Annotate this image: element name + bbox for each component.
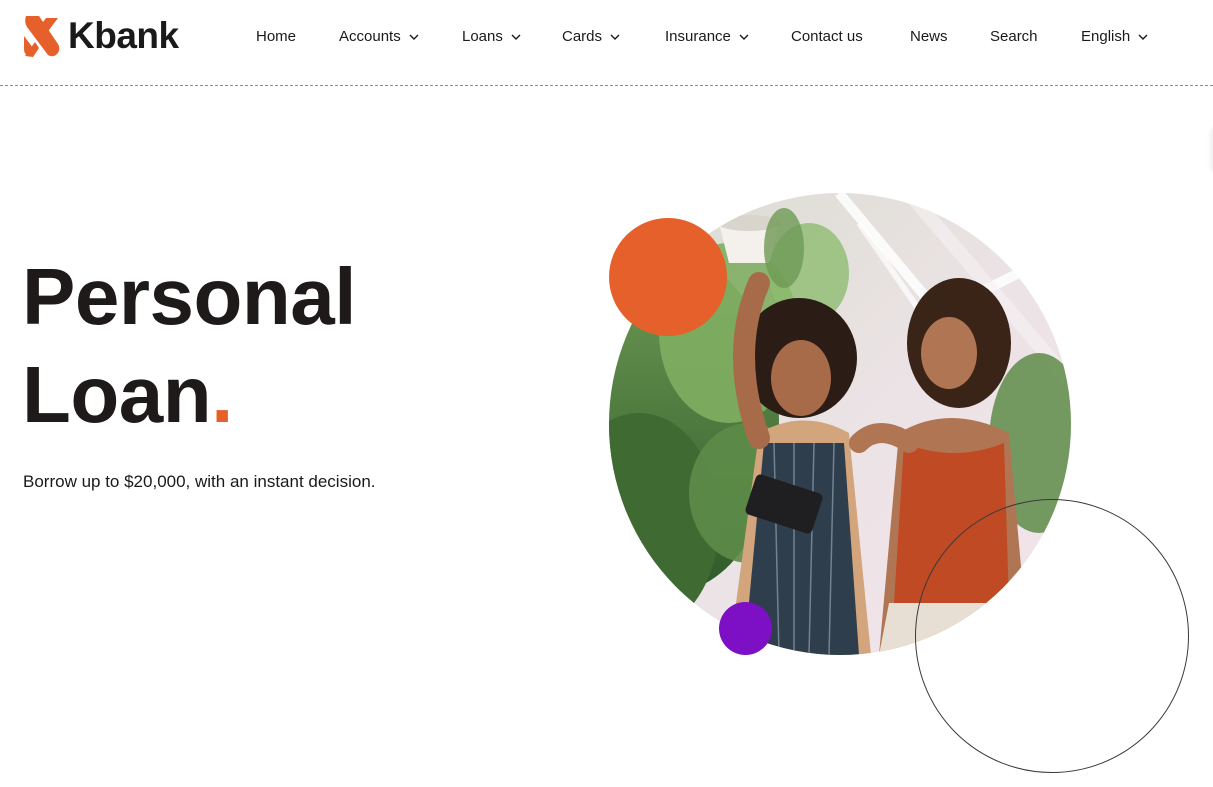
chevron-down-icon xyxy=(1138,33,1148,41)
nav-item-loans[interactable]: Loans xyxy=(462,27,521,47)
nav-item-home[interactable]: Home xyxy=(256,27,296,47)
site-header: Kbank Home Accounts Loans Cards Insuranc… xyxy=(0,0,1213,86)
chevron-down-icon xyxy=(511,33,521,41)
nav-item-label: Home xyxy=(256,28,297,45)
hero-title-word: Loan xyxy=(22,350,212,439)
nav-item-label: Cards xyxy=(562,28,603,45)
decorative-orange-circle xyxy=(609,218,727,336)
chevron-down-icon xyxy=(409,33,419,41)
nav-item-accounts[interactable]: Accounts xyxy=(339,27,419,47)
kbank-k-logo-icon xyxy=(24,16,60,57)
nav-item-label: Insurance xyxy=(665,28,731,45)
hero-title-line-1: Personal xyxy=(22,252,356,341)
language-selector[interactable]: English xyxy=(1081,27,1148,47)
nav-item-label: News xyxy=(910,28,948,45)
nav-item-label: Accounts xyxy=(339,28,401,45)
hero-subtitle: Borrow up to $20,000, with an instant de… xyxy=(23,472,376,491)
chevron-down-icon xyxy=(739,33,749,41)
nav-item-insurance[interactable]: Insurance xyxy=(665,27,749,47)
nav-item-search[interactable]: Search xyxy=(990,27,1038,47)
brand-logo[interactable]: Kbank xyxy=(23,14,179,58)
decorative-outline-circle xyxy=(915,499,1189,773)
nav-item-label: Loans xyxy=(462,28,503,45)
hero-title-line-2: Loan. xyxy=(22,346,356,444)
nav-item-news[interactable]: News xyxy=(910,27,948,47)
nav-item-label: English xyxy=(1081,28,1131,45)
page: Kbank Home Accounts Loans Cards Insuranc… xyxy=(0,0,1213,787)
hero-title: Personal Loan. xyxy=(22,248,356,444)
decorative-purple-circle xyxy=(719,602,772,655)
brand-name: Kbank xyxy=(68,15,179,56)
nav-item-label: Search xyxy=(990,28,1038,45)
chevron-down-icon xyxy=(610,33,620,41)
nav-item-label: Contact us xyxy=(791,28,863,45)
nav-item-contact-us[interactable]: Contact us xyxy=(791,27,863,47)
hero-title-dot: . xyxy=(211,350,233,439)
nav-item-cards[interactable]: Cards xyxy=(562,27,620,47)
